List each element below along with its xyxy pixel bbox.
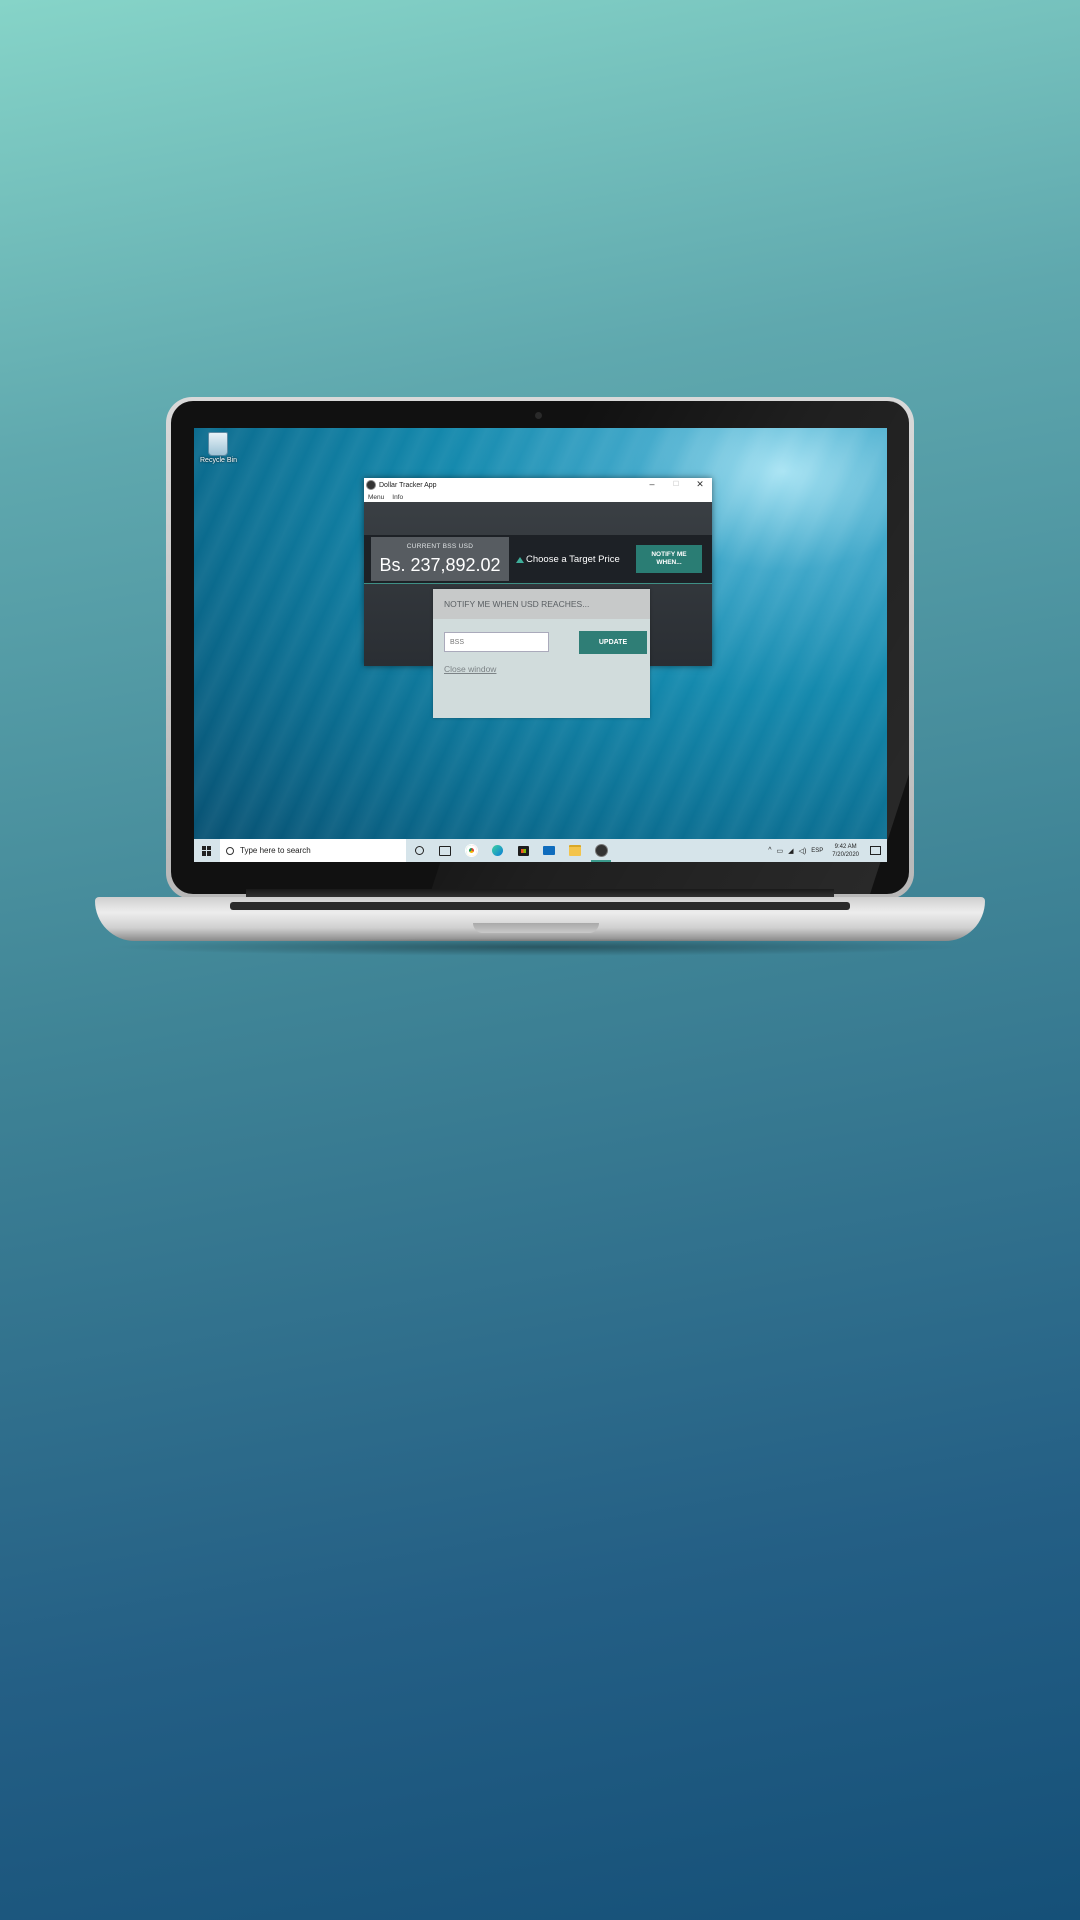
folder-icon [569, 845, 581, 856]
close-button[interactable]: ✕ [688, 478, 712, 492]
task-view-button[interactable] [432, 839, 458, 862]
wifi-icon[interactable]: ◢ [788, 847, 793, 855]
app-logo-icon [594, 844, 608, 857]
maximize-button[interactable]: ☐ [664, 478, 688, 492]
battery-icon[interactable]: ▭ [777, 847, 784, 855]
language-indicator[interactable]: ESP [811, 848, 823, 854]
popup-header: NOTIFY ME WHEN USD REACHES... [433, 589, 650, 619]
keyboard-strip [230, 902, 850, 910]
clock-date: 7/20/2020 [832, 851, 859, 858]
popup-title: NOTIFY ME WHEN USD REACHES... [444, 599, 590, 609]
search-placeholder: Type here to search [240, 846, 311, 855]
menu-item-menu[interactable]: Menu [368, 494, 384, 501]
taskbar-search[interactable]: Type here to search [220, 839, 406, 862]
clock[interactable]: 9:42 AM 7/20/2020 [832, 843, 859, 859]
target-price-prompt: Choose a Target Price [516, 554, 620, 565]
edge-icon [491, 845, 503, 856]
price-card: CURRENT BSS USD Bs. 237,892.02 [371, 537, 509, 581]
search-icon [226, 846, 234, 855]
chrome-taskbar-button[interactable] [458, 839, 484, 862]
system-tray: ^ ▭ ◢ ◁) ESP 9:42 AM 7/20/2020 [768, 839, 887, 862]
task-view-icon [439, 845, 451, 856]
price-caption: CURRENT BSS USD [406, 543, 474, 550]
close-window-link[interactable]: Close window [444, 664, 496, 674]
notify-popup: NOTIFY ME WHEN USD REACHES... UPDATE Clo… [433, 589, 650, 718]
mail-taskbar-button[interactable] [536, 839, 562, 862]
webcam [535, 412, 542, 419]
start-button[interactable] [194, 839, 220, 862]
explorer-taskbar-button[interactable] [562, 839, 588, 862]
menu-bar: Menu Info [364, 492, 712, 502]
app-logo-icon [366, 480, 376, 490]
current-price: Bs. 237,892.02 [379, 555, 501, 575]
laptop-shadow [110, 938, 970, 956]
mail-icon [543, 846, 555, 855]
target-price-input[interactable] [444, 632, 549, 652]
cortana-icon [414, 846, 424, 855]
clock-time: 9:42 AM [834, 843, 857, 850]
edge-taskbar-button[interactable] [484, 839, 510, 862]
trackpad-notch [473, 923, 599, 933]
recycle-bin-icon [208, 432, 228, 456]
recycle-bin-label: Recycle Bin [200, 457, 237, 464]
taskbar: Type here to search ^ ▭ ◢ ◁) ESP 9:42 AM… [194, 839, 887, 862]
triangle-up-icon [516, 556, 524, 563]
chrome-icon [464, 844, 478, 857]
window-controls: – ☐ ✕ [640, 478, 712, 492]
notification-center-icon[interactable] [870, 846, 881, 855]
store-icon [517, 845, 529, 856]
dollar-tracker-taskbar-button[interactable] [588, 839, 614, 862]
chevron-up-icon[interactable]: ^ [768, 847, 771, 854]
desktop-screen: Recycle Bin Dollar Tracker App – ☐ ✕ Men… [194, 428, 887, 862]
target-price-label: Choose a Target Price [526, 554, 620, 565]
cortana-button[interactable] [406, 839, 432, 862]
menu-item-info[interactable]: Info [392, 494, 403, 501]
notify-me-button[interactable]: NOTIFY ME WHEN... [636, 545, 702, 573]
store-taskbar-button[interactable] [510, 839, 536, 862]
update-button[interactable]: UPDATE [579, 631, 647, 654]
window-titlebar[interactable]: Dollar Tracker App – ☐ ✕ [364, 478, 712, 492]
recycle-bin[interactable]: Recycle Bin [200, 432, 237, 464]
windows-logo-icon [202, 845, 212, 856]
window-title: Dollar Tracker App [379, 481, 437, 489]
minimize-button[interactable]: – [640, 478, 664, 492]
volume-icon[interactable]: ◁) [799, 847, 807, 855]
